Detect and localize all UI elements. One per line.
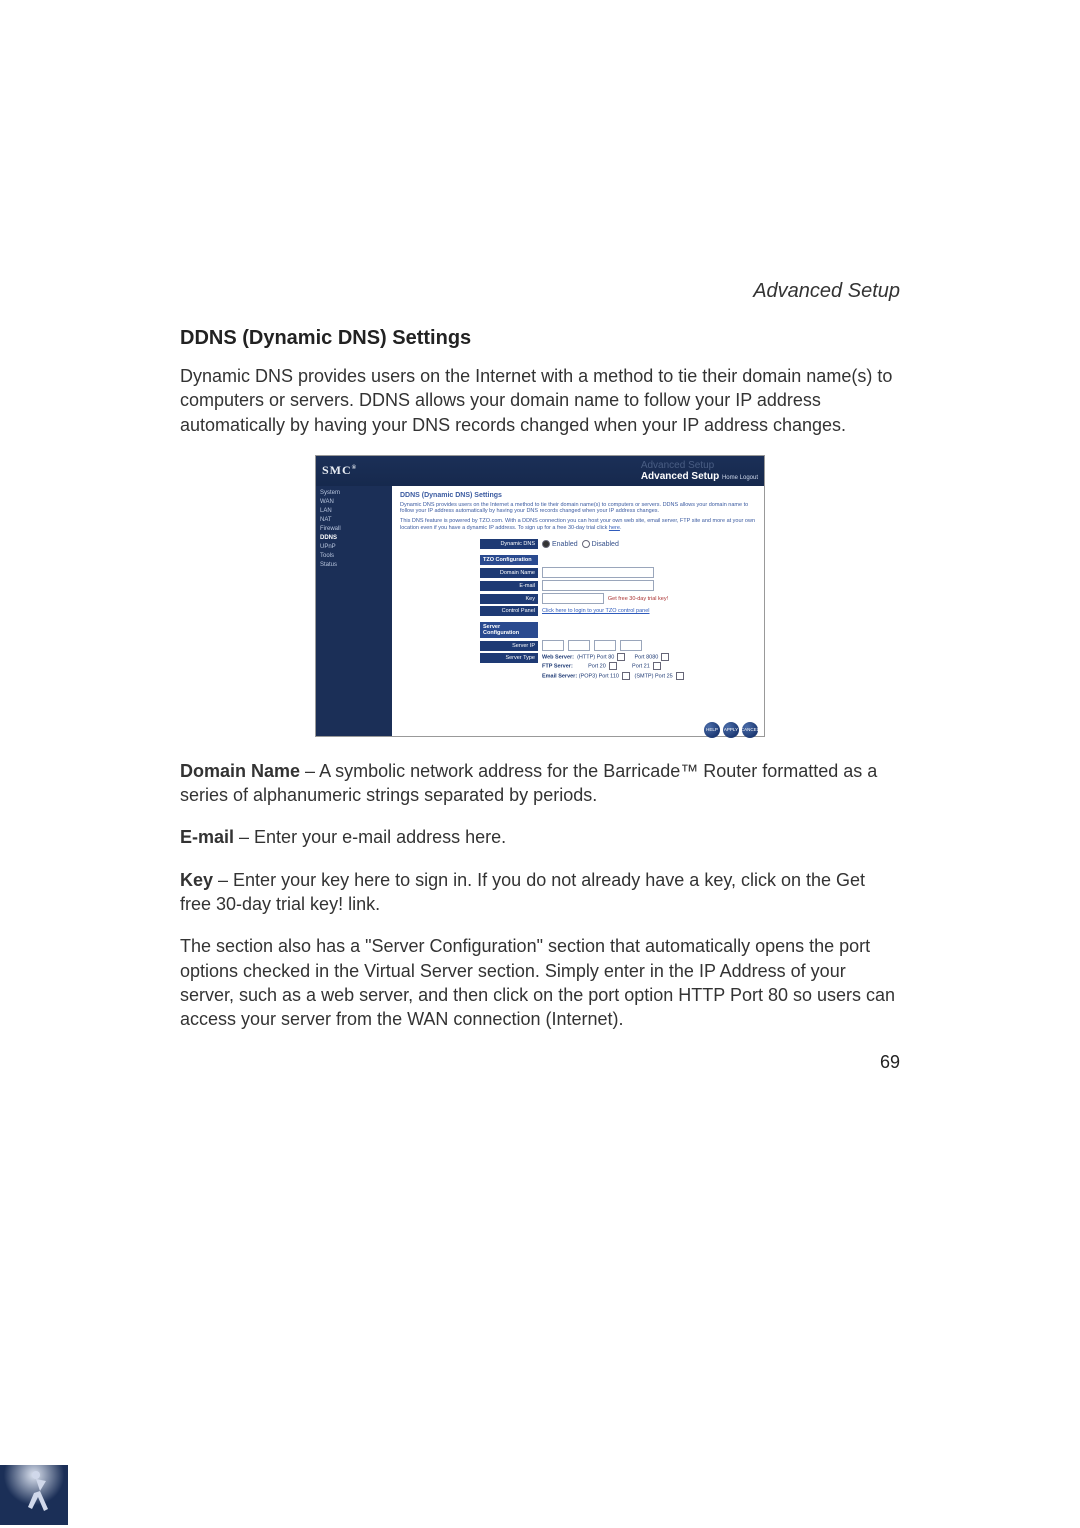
tzo-config-header: TZO Configuration	[480, 555, 538, 565]
intro-paragraph: Dynamic DNS provides users on the Intern…	[180, 364, 900, 437]
runner-illustration	[0, 1465, 68, 1525]
shot-sidebar: System WAN LAN NAT Firewall DDNS UPnP To…	[316, 486, 392, 736]
smc-logo: SMC®	[322, 463, 357, 478]
server-ip-1[interactable]	[542, 640, 564, 651]
action-buttons: HELP APPLY CANCEL	[704, 722, 758, 738]
router-screenshot: SMC® Advanced Setup Advanced Setup Home …	[315, 455, 765, 737]
sidebar-item-ddns[interactable]: DDNS	[320, 535, 388, 541]
section-header: Advanced Setup	[180, 280, 900, 303]
control-panel-link[interactable]: Click here to login to your TZO control …	[542, 608, 650, 614]
key-input[interactable]	[542, 593, 604, 604]
sidebar-item-upnp[interactable]: UPnP	[320, 544, 388, 550]
manual-page: Advanced Setup DDNS (Dynamic DNS) Settin…	[0, 0, 1080, 1528]
content-desc-2: This DNS feature is powered by TZO.com. …	[400, 518, 756, 531]
domain-name-def: Domain Name – A symbolic network address…	[180, 759, 900, 808]
server-type-table: Web Server: (HTTP) Port 80 Port 8080 FTP…	[542, 653, 687, 680]
email-def: E-mail – Enter your e-mail address here.	[180, 825, 900, 849]
domain-name-label: Domain Name	[480, 568, 538, 578]
dynamic-dns-label: Dynamic DNS	[480, 539, 538, 549]
sidebar-item-lan[interactable]: LAN	[320, 508, 388, 514]
trial-link[interactable]: Get free 30-day trial key!	[608, 596, 668, 602]
key-def: Key – Enter your key here to sign in. If…	[180, 868, 900, 917]
page-number: 69	[180, 1052, 900, 1073]
sidebar-item-firewall[interactable]: Firewall	[320, 526, 388, 532]
server-ip-4[interactable]	[620, 640, 642, 651]
domain-name-input[interactable]	[542, 567, 654, 578]
sidebar-item-wan[interactable]: WAN	[320, 499, 388, 505]
content-desc-1: Dynamic DNS provides users on the Intern…	[400, 502, 756, 515]
page-title: DDNS (Dynamic DNS) Settings	[180, 327, 900, 350]
server-ip-label: Server IP	[480, 641, 538, 651]
sidebar-item-nat[interactable]: NAT	[320, 517, 388, 523]
server-config-header: Server Configuration	[480, 622, 538, 638]
shot-header: SMC® Advanced Setup Advanced Setup Home …	[316, 456, 764, 486]
sidebar-item-tools[interactable]: Tools	[320, 553, 388, 559]
shot-top-links[interactable]: Home Logout	[722, 475, 758, 481]
cancel-button[interactable]: CANCEL	[742, 722, 758, 738]
signup-link[interactable]: here	[609, 525, 620, 531]
ddns-form: Dynamic DNS Enabled Disabled TZO Configu…	[480, 539, 756, 680]
sidebar-item-system[interactable]: System	[320, 490, 388, 496]
email-label: E-mail	[480, 581, 538, 591]
key-label: Key	[480, 594, 538, 604]
sidebar-item-status[interactable]: Status	[320, 562, 388, 568]
checkbox-port-8080[interactable]	[661, 653, 669, 661]
checkbox-pop3-110[interactable]	[622, 672, 630, 680]
content-heading: DDNS (Dynamic DNS) Settings	[400, 492, 756, 499]
radio-disabled[interactable]: Disabled	[582, 540, 619, 548]
checkbox-smtp-25[interactable]	[676, 672, 684, 680]
control-panel-label: Control Panel	[480, 606, 538, 616]
shot-content: DDNS (Dynamic DNS) Settings Dynamic DNS …	[392, 486, 764, 736]
email-input[interactable]	[542, 580, 654, 591]
server-ip-2[interactable]	[568, 640, 590, 651]
help-button[interactable]: HELP	[704, 722, 720, 738]
checkbox-port-20[interactable]	[609, 662, 617, 670]
shot-body: System WAN LAN NAT Firewall DDNS UPnP To…	[316, 486, 764, 736]
checkbox-http-80[interactable]	[617, 653, 625, 661]
server-ip-3[interactable]	[594, 640, 616, 651]
checkbox-port-21[interactable]	[653, 662, 661, 670]
radio-enabled[interactable]: Enabled	[542, 540, 578, 548]
server-type-label: Server Type	[480, 653, 538, 663]
server-config-paragraph: The section also has a "Server Configura…	[180, 934, 900, 1031]
shot-banner: Advanced Setup Advanced Setup Home Logou…	[641, 460, 758, 482]
apply-button[interactable]: APPLY	[723, 722, 739, 738]
